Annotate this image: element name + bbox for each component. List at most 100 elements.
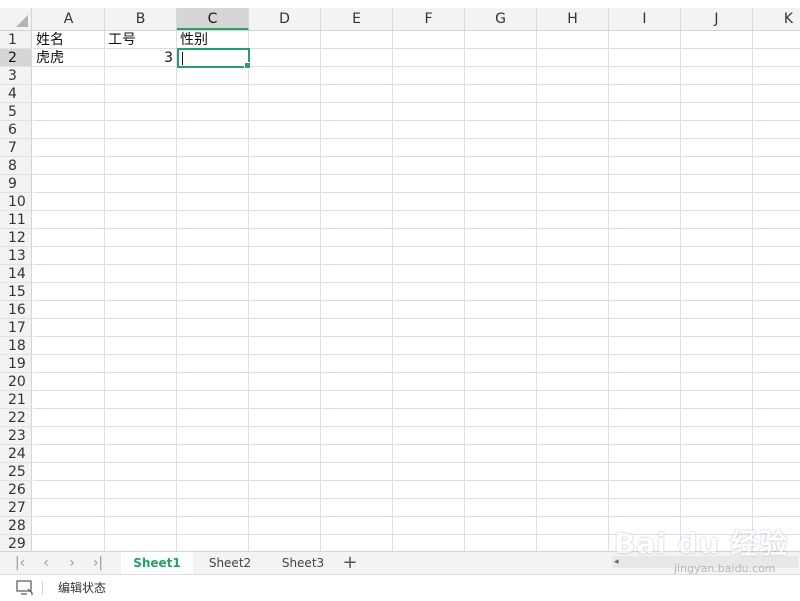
cell-j22[interactable] (681, 409, 753, 427)
cell-c1[interactable]: 性别 (177, 31, 249, 49)
cell-h16[interactable] (537, 301, 609, 319)
cell-e15[interactable] (321, 283, 393, 301)
cell-a16[interactable] (33, 301, 105, 319)
row-header-27[interactable]: 27 (0, 499, 32, 517)
cell-j1[interactable] (681, 31, 753, 49)
cell-e25[interactable] (321, 463, 393, 481)
cell-b29[interactable] (105, 535, 177, 551)
cell-f23[interactable] (393, 427, 465, 445)
cell-j2[interactable] (681, 49, 753, 67)
cell-a5[interactable] (33, 103, 105, 121)
cell-k21[interactable] (753, 391, 800, 409)
cell-h8[interactable] (537, 157, 609, 175)
cell-b6[interactable] (105, 121, 177, 139)
cell-j26[interactable] (681, 481, 753, 499)
cell-i4[interactable] (609, 85, 681, 103)
cell-h25[interactable] (537, 463, 609, 481)
cell-d26[interactable] (249, 481, 321, 499)
cell-h23[interactable] (537, 427, 609, 445)
cell-b21[interactable] (105, 391, 177, 409)
cell-h29[interactable] (537, 535, 609, 551)
cell-j12[interactable] (681, 229, 753, 247)
cell-c7[interactable] (177, 139, 249, 157)
cell-h10[interactable] (537, 193, 609, 211)
cell-i10[interactable] (609, 193, 681, 211)
cell-b2[interactable]: 3 (105, 49, 177, 67)
cell-f8[interactable] (393, 157, 465, 175)
cell-g12[interactable] (465, 229, 537, 247)
cell-f26[interactable] (393, 481, 465, 499)
column-header-k[interactable]: K (753, 8, 800, 30)
cell-i12[interactable] (609, 229, 681, 247)
cell-d23[interactable] (249, 427, 321, 445)
cell-e10[interactable] (321, 193, 393, 211)
cell-h22[interactable] (537, 409, 609, 427)
cell-f19[interactable] (393, 355, 465, 373)
cell-g29[interactable] (465, 535, 537, 551)
cell-b9[interactable] (105, 175, 177, 193)
cell-e22[interactable] (321, 409, 393, 427)
cell-k11[interactable] (753, 211, 800, 229)
cell-e2[interactable] (321, 49, 393, 67)
cell-g6[interactable] (465, 121, 537, 139)
cell-f3[interactable] (393, 67, 465, 85)
cell-a3[interactable] (33, 67, 105, 85)
cell-e27[interactable] (321, 499, 393, 517)
cell-e19[interactable] (321, 355, 393, 373)
cell-d16[interactable] (249, 301, 321, 319)
cell-h17[interactable] (537, 319, 609, 337)
cell-e12[interactable] (321, 229, 393, 247)
cell-i16[interactable] (609, 301, 681, 319)
cell-a28[interactable] (33, 517, 105, 535)
cell-c13[interactable] (177, 247, 249, 265)
cell-k19[interactable] (753, 355, 800, 373)
column-header-c[interactable]: C (177, 8, 249, 30)
cell-d7[interactable] (249, 139, 321, 157)
cell-g21[interactable] (465, 391, 537, 409)
column-header-h[interactable]: H (537, 8, 609, 30)
cell-g16[interactable] (465, 301, 537, 319)
cell-i1[interactable] (609, 31, 681, 49)
cell-i8[interactable] (609, 157, 681, 175)
cell-f7[interactable] (393, 139, 465, 157)
cell-k25[interactable] (753, 463, 800, 481)
cell-a27[interactable] (33, 499, 105, 517)
cell-a17[interactable] (33, 319, 105, 337)
row-header-22[interactable]: 22 (0, 409, 32, 427)
cell-k26[interactable] (753, 481, 800, 499)
cell-f27[interactable] (393, 499, 465, 517)
cell-b15[interactable] (105, 283, 177, 301)
cell-g4[interactable] (465, 85, 537, 103)
cell-b26[interactable] (105, 481, 177, 499)
row-header-10[interactable]: 10 (0, 193, 32, 211)
cell-g22[interactable] (465, 409, 537, 427)
cell-j20[interactable] (681, 373, 753, 391)
cell-g20[interactable] (465, 373, 537, 391)
cell-c18[interactable] (177, 337, 249, 355)
cell-c27[interactable] (177, 499, 249, 517)
cell-g17[interactable] (465, 319, 537, 337)
cell-d15[interactable] (249, 283, 321, 301)
column-header-d[interactable]: D (249, 8, 321, 30)
cell-h24[interactable] (537, 445, 609, 463)
last-sheet-icon[interactable]: ›| (86, 554, 110, 572)
cell-j13[interactable] (681, 247, 753, 265)
cell-h19[interactable] (537, 355, 609, 373)
cell-j16[interactable] (681, 301, 753, 319)
cell-i7[interactable] (609, 139, 681, 157)
cell-k8[interactable] (753, 157, 800, 175)
cell-h27[interactable] (537, 499, 609, 517)
cell-c5[interactable] (177, 103, 249, 121)
cell-g19[interactable] (465, 355, 537, 373)
cell-c8[interactable] (177, 157, 249, 175)
cell-g27[interactable] (465, 499, 537, 517)
cell-c6[interactable] (177, 121, 249, 139)
cell-j19[interactable] (681, 355, 753, 373)
cell-k23[interactable] (753, 427, 800, 445)
cell-h13[interactable] (537, 247, 609, 265)
cell-a12[interactable] (33, 229, 105, 247)
cell-k20[interactable] (753, 373, 800, 391)
cell-h3[interactable] (537, 67, 609, 85)
cell-h15[interactable] (537, 283, 609, 301)
sheet-tab-sheet1[interactable]: Sheet1 (121, 552, 193, 574)
